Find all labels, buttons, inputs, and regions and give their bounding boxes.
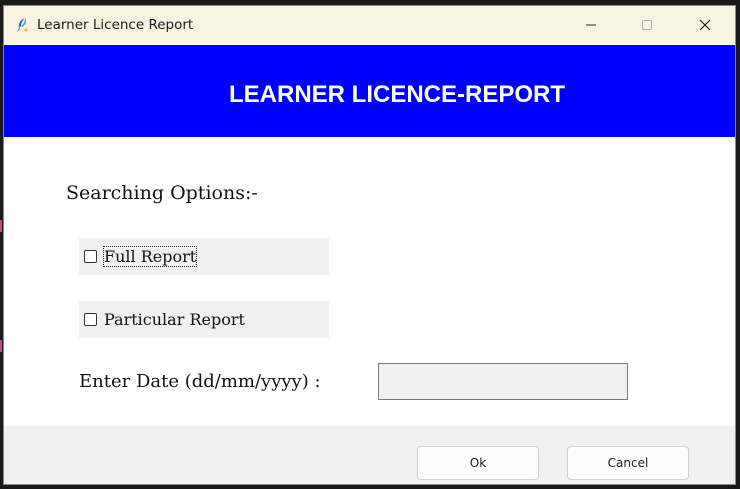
background-edge-mark (0, 340, 2, 352)
full-report-option[interactable]: Full Report (79, 238, 329, 275)
cancel-button[interactable]: Cancel (567, 446, 689, 480)
window-title: Learner Licence Report (37, 17, 194, 33)
background-edge-mark (0, 220, 2, 232)
date-input[interactable] (378, 363, 628, 400)
banner-title: LEARNER LICENCE-REPORT (229, 81, 566, 108)
particular-report-label[interactable]: Particular Report (104, 310, 245, 329)
full-report-checkbox[interactable] (84, 250, 97, 263)
dialog-window: Learner Licence Report LEARNER LICENCE-R… (3, 5, 736, 485)
maximize-icon (642, 20, 652, 30)
ok-button[interactable]: Ok (417, 446, 539, 480)
close-button[interactable] (682, 6, 728, 44)
title-bar[interactable]: Learner Licence Report (4, 6, 735, 44)
minimize-icon (586, 24, 596, 26)
particular-report-checkbox[interactable] (84, 313, 97, 326)
date-label: Enter Date (dd/mm/yyyy) : (79, 371, 321, 392)
particular-report-option[interactable]: Particular Report (79, 301, 329, 338)
searching-options-label: Searching Options:- (66, 182, 258, 204)
python-feather-icon (17, 18, 28, 32)
maximize-button[interactable] (624, 6, 670, 44)
close-icon (699, 19, 711, 31)
minimize-button[interactable] (568, 6, 614, 44)
full-report-label[interactable]: Full Report (102, 246, 198, 267)
